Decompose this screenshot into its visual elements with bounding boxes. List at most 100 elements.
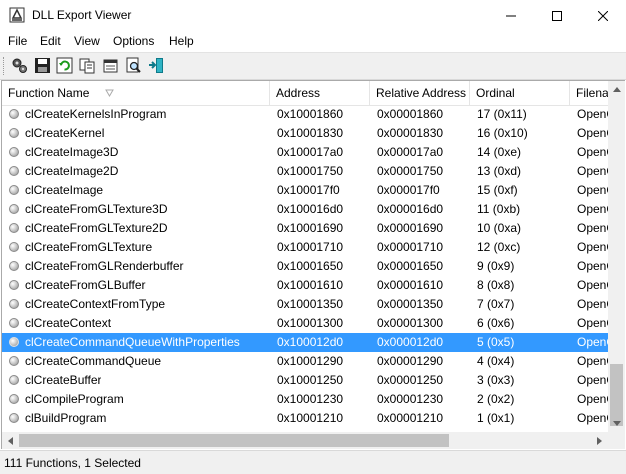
cell-ordinal: 15 (0xf) bbox=[477, 183, 518, 197]
column-function-name[interactable]: Function Name bbox=[2, 81, 270, 105]
cell-relative: 0x000012d0 bbox=[377, 335, 444, 349]
cell-relative: 0x00001650 bbox=[377, 259, 444, 273]
scroll-up-arrow[interactable] bbox=[608, 81, 625, 98]
table-row[interactable]: clCreateImage 0x100017f0 0x000017f0 15 (0xf… bbox=[2, 181, 615, 200]
maximize-button[interactable] bbox=[534, 0, 580, 31]
cell-name: clCreateImage bbox=[25, 183, 104, 197]
properties-icon[interactable] bbox=[102, 57, 119, 74]
function-bullet-icon bbox=[9, 356, 19, 366]
scroll-down-arrow[interactable] bbox=[608, 415, 625, 432]
cell-address: 0x100017f0 bbox=[277, 183, 340, 197]
minimize-button[interactable] bbox=[488, 0, 534, 31]
cell-name: clCreateFromGLTexture3D bbox=[25, 202, 168, 216]
table-row[interactable]: clCreateKernelsInProgram 0x10001860 0x0000… bbox=[2, 105, 615, 124]
cell-relative: 0x00001300 bbox=[377, 316, 444, 330]
cell-name: clCreateImage2D bbox=[25, 164, 119, 178]
cell-relative: 0x00001750 bbox=[377, 164, 444, 178]
function-bullet-icon bbox=[9, 375, 19, 385]
cell-address: 0x10001290 bbox=[277, 354, 344, 368]
cell-name: clCreateFromGLBuffer bbox=[25, 278, 146, 292]
title-bar: DLL Export Viewer bbox=[0, 0, 626, 31]
cell-address: 0x10001610 bbox=[277, 278, 344, 292]
column-filename-label: Filena bbox=[576, 86, 609, 100]
cell-relative: 0x00001350 bbox=[377, 297, 444, 311]
table-row[interactable]: clCreateFromGLTexture 0x10001710 0x0000171… bbox=[2, 238, 615, 257]
cell-relative: 0x000017a0 bbox=[377, 145, 444, 159]
column-address-label: Address bbox=[276, 86, 321, 100]
horizontal-scrollbar[interactable] bbox=[2, 432, 608, 449]
chevron-down-icon bbox=[612, 421, 621, 426]
close-button[interactable] bbox=[580, 0, 626, 31]
cell-name: clCreateFromGLTexture2D bbox=[25, 221, 168, 235]
table-row[interactable]: clCompileProgram 0x10001230 0x00001230 2 (0… bbox=[2, 390, 615, 409]
table-row[interactable]: clCreateContext 0x10001300 0x00001300 6 (0x… bbox=[2, 314, 615, 333]
sort-arrow-icon bbox=[105, 89, 114, 97]
function-bullet-icon bbox=[9, 337, 19, 347]
table-row[interactable]: clCreateCommandQueueWithProperties 0x1000… bbox=[2, 333, 615, 352]
cell-relative: 0x00001830 bbox=[377, 126, 444, 140]
exit-icon[interactable] bbox=[148, 57, 165, 74]
status-text: 111 Functions, 1 Selected bbox=[4, 456, 141, 470]
cell-name: clCompileProgram bbox=[25, 392, 124, 406]
menu-options[interactable]: Options bbox=[113, 34, 154, 48]
cell-name: clCreateFromGLRenderbuffer bbox=[25, 259, 184, 273]
function-bullet-icon bbox=[9, 166, 19, 176]
cell-relative: 0x00001230 bbox=[377, 392, 444, 406]
cell-name: clCreateContextFromType bbox=[25, 297, 166, 311]
table-row[interactable]: clCreateImage2D 0x10001750 0x00001750 13 (0… bbox=[2, 162, 615, 181]
table-row[interactable]: clCreateFromGLTexture3D 0x100016d0 0x00001… bbox=[2, 200, 615, 219]
scroll-left-arrow[interactable] bbox=[2, 432, 19, 449]
table-row[interactable]: clCreateBuffer 0x10001250 0x00001250 3 (0x3… bbox=[2, 371, 615, 390]
table-row[interactable]: clCreateImage3D 0x100017a0 0x000017a0 14 (0… bbox=[2, 143, 615, 162]
column-relative-address[interactable]: Relative Address bbox=[370, 81, 470, 105]
function-bullet-icon bbox=[9, 318, 19, 328]
cell-address: 0x10001710 bbox=[277, 240, 344, 254]
options-icon[interactable] bbox=[11, 57, 28, 74]
cell-address: 0x10001690 bbox=[277, 221, 344, 235]
cell-address: 0x100016d0 bbox=[277, 202, 344, 216]
function-bullet-icon bbox=[9, 185, 19, 195]
cell-address: 0x10001210 bbox=[277, 411, 344, 425]
horizontal-scroll-thumb[interactable] bbox=[19, 434, 449, 447]
menu-file[interactable]: File bbox=[8, 34, 27, 48]
function-bullet-icon bbox=[9, 223, 19, 233]
table-row[interactable]: clCreateFromGLRenderbuffer 0x10001650 0x00… bbox=[2, 257, 615, 276]
menu-view[interactable]: View bbox=[74, 34, 100, 48]
cell-address: 0x10001300 bbox=[277, 316, 344, 330]
function-bullet-icon bbox=[9, 299, 19, 309]
cell-name: clBuildProgram bbox=[25, 411, 107, 425]
save-icon[interactable] bbox=[34, 57, 51, 74]
copy-icon[interactable] bbox=[79, 57, 96, 74]
table-row[interactable]: clCreateFromGLTexture2D 0x10001690 0x00001… bbox=[2, 219, 615, 238]
table-row[interactable]: clCreateKernel 0x10001830 0x00001830 16 (0x… bbox=[2, 124, 615, 143]
function-bullet-icon bbox=[9, 109, 19, 119]
column-relative-address-label: Relative Address bbox=[376, 86, 467, 100]
maximize-icon bbox=[552, 10, 562, 21]
function-bullet-icon bbox=[9, 242, 19, 252]
function-bullet-icon bbox=[9, 394, 19, 404]
cell-name: clCreateContext bbox=[25, 316, 112, 330]
vertical-scrollbar[interactable] bbox=[608, 81, 625, 449]
column-ordinal[interactable]: Ordinal bbox=[470, 81, 570, 105]
scroll-right-arrow[interactable] bbox=[591, 432, 608, 449]
find-icon[interactable] bbox=[125, 57, 142, 74]
table-row[interactable]: clCreateContextFromType 0x10001350 0x00001… bbox=[2, 295, 615, 314]
function-bullet-icon bbox=[9, 128, 19, 138]
cell-ordinal: 5 (0x5) bbox=[477, 335, 515, 349]
scrollbar-corner bbox=[608, 432, 625, 449]
cell-relative: 0x000017f0 bbox=[377, 183, 440, 197]
cell-ordinal: 17 (0x11) bbox=[477, 107, 527, 121]
menu-help[interactable]: Help bbox=[169, 34, 194, 48]
menu-edit[interactable]: Edit bbox=[40, 34, 61, 48]
status-bar: 111 Functions, 1 Selected bbox=[0, 450, 626, 474]
table-row[interactable]: clBuildProgram 0x10001210 0x00001210 1 (0x1… bbox=[2, 409, 615, 428]
cell-address: 0x100017a0 bbox=[277, 145, 344, 159]
column-address[interactable]: Address bbox=[270, 81, 370, 105]
table-row[interactable]: clCreateFromGLBuffer 0x10001610 0x00001610… bbox=[2, 276, 615, 295]
function-list[interactable]: Function Name Address Relative Address O… bbox=[1, 80, 625, 449]
cell-ordinal: 14 (0xe) bbox=[477, 145, 522, 159]
table-row[interactable]: clCreateCommandQueue 0x10001290 0x00001290… bbox=[2, 352, 615, 371]
cell-ordinal: 13 (0xd) bbox=[477, 164, 522, 178]
refresh-icon[interactable] bbox=[56, 57, 73, 74]
cell-relative: 0x00001250 bbox=[377, 373, 444, 387]
